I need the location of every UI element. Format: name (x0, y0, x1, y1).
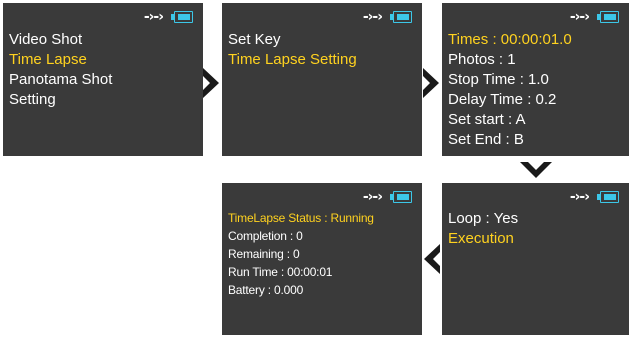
menu-item-time-lapse-setting[interactable]: Time Lapse Setting (228, 50, 357, 70)
setting-item-delay-time[interactable]: Delay Time : 0.2 (448, 90, 572, 110)
signal-arrows-icon: -›-› (143, 9, 164, 25)
screen-main-menu: -›-› Video Shot Time Lapse Panotama Shot… (3, 3, 203, 156)
menu-item-set-key[interactable]: Set Key (228, 30, 357, 50)
battery-icon (171, 11, 195, 23)
menu-item-setting[interactable]: Setting (9, 90, 112, 110)
setting-item-set-start[interactable]: Set start : A (448, 110, 572, 130)
setting-item-set-end[interactable]: Set End : B (448, 130, 572, 150)
status-bar: -›-› (363, 189, 414, 205)
menu-item-video-shot[interactable]: Video Shot (9, 30, 112, 50)
arrow-right-icon (203, 68, 219, 98)
battery-icon (390, 11, 414, 23)
status-line-battery: Battery : 0.000 (228, 283, 304, 297)
status-bar: -›-› (363, 9, 414, 25)
battery-icon (597, 191, 621, 203)
time-lapse-setting-list: Times : 00:00:01.0 Photos : 1 Stop Time … (448, 30, 572, 150)
signal-arrows-icon: -›-› (569, 189, 590, 205)
menu-item-time-lapse[interactable]: Time Lapse (9, 50, 112, 70)
setting-item-stop-time[interactable]: Stop Time : 1.0 (448, 70, 572, 90)
status-line-completion: Completion : 0 (228, 229, 303, 243)
battery-icon (597, 11, 621, 23)
time-lapse-menu-list: Set Key Time Lapse Setting (228, 30, 357, 70)
signal-arrows-icon: -›-› (569, 9, 590, 25)
menu-item-panorama-shot[interactable]: Panotama Shot (9, 70, 112, 90)
arrow-right-icon (423, 68, 439, 98)
menu-item-execution[interactable]: Execution (448, 229, 518, 249)
execution-menu-list: Loop : Yes Execution (448, 209, 518, 249)
screen-time-lapse-setting: -›-› Times : 00:00:01.0 Photos : 1 Stop … (442, 3, 629, 156)
status-line-run-time: Run Time : 00:00:01 (228, 265, 333, 279)
setting-item-photos[interactable]: Photos : 1 (448, 50, 572, 70)
screen-execution-menu: -›-› Loop : Yes Execution (442, 183, 629, 335)
status-bar: -›-› (570, 9, 621, 25)
menu-item-loop[interactable]: Loop : Yes (448, 209, 518, 229)
screen-time-lapse-status: -›-› TimeLapse Status : Running Completi… (222, 183, 422, 335)
battery-icon (390, 191, 414, 203)
status-bar: -›-› (144, 9, 195, 25)
arrow-left-icon (424, 244, 440, 274)
status-bar: -›-› (570, 189, 621, 205)
status-line-timelapse: TimeLapse Status : Running (228, 211, 374, 225)
setting-item-times[interactable]: Times : 00:00:01.0 (448, 30, 572, 50)
arrow-down-icon (520, 162, 552, 178)
signal-arrows-icon: -›-› (362, 9, 383, 25)
screen-time-lapse-menu: -›-› Set Key Time Lapse Setting (222, 3, 422, 156)
main-menu-list: Video Shot Time Lapse Panotama Shot Sett… (9, 30, 112, 110)
signal-arrows-icon: -›-› (362, 189, 383, 205)
status-list: TimeLapse Status : Running Completion : … (228, 209, 374, 299)
status-line-remaining: Remaining : 0 (228, 247, 300, 261)
